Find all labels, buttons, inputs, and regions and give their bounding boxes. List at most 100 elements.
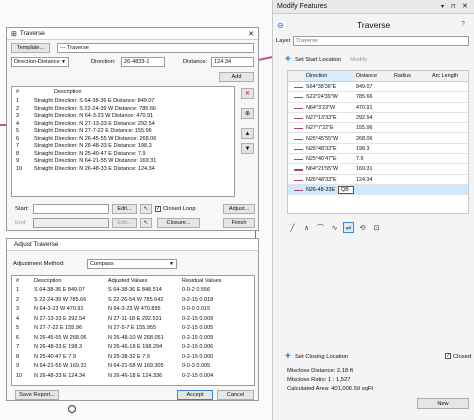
set-closing-location-button[interactable]: Set Closing Location bbox=[295, 354, 348, 360]
row-number: 9 bbox=[16, 363, 20, 369]
point-tool-icon[interactable]: ⊡ bbox=[371, 222, 382, 233]
pin-icon[interactable]: ⊓ bbox=[451, 3, 456, 10]
tangent-tool-icon[interactable]: ⟲ bbox=[357, 222, 368, 233]
course-grid[interactable]: Direction Distance Radius Arc Length S64… bbox=[287, 70, 469, 214]
grid-row[interactable]: N25°40'47"E 7.9 bbox=[288, 154, 468, 165]
table-row[interactable]: 6 Straight Direction: N 26-45-55 W Distan… bbox=[12, 136, 234, 144]
distance-field[interactable]: 124.34 bbox=[211, 57, 254, 67]
closed-checkbox[interactable]: ✓ bbox=[445, 353, 451, 359]
grid-row[interactable]: N26°48'33"E 198.3 bbox=[288, 144, 468, 155]
delete-course-button[interactable]: ✕ bbox=[241, 88, 254, 99]
method-select[interactable]: Compass ▼ bbox=[87, 259, 177, 269]
layer-select[interactable]: Traverse bbox=[293, 36, 469, 46]
grid-row[interactable]: N64°21'55"W 169.31 bbox=[288, 164, 468, 175]
row-description: N 26-48-33 E 124.34 bbox=[34, 372, 86, 379]
table-row[interactable]: 5 Straight Direction: N 27-7-22 E Distanc… bbox=[12, 128, 234, 136]
direction-field[interactable]: 26-4833-1 bbox=[121, 57, 165, 67]
table-row[interactable]: 2 Straight Direction: S 22-24-39 W Distan… bbox=[12, 106, 234, 114]
row-adjusted: N 27-11-18 E 292.531 bbox=[108, 315, 162, 322]
save-report-button[interactable]: Save Report... bbox=[15, 390, 59, 400]
mode-select[interactable]: Direction-Distance ▼ bbox=[11, 57, 69, 67]
table-row[interactable]: 7 Straight Direction: N 26-48-33 E Distan… bbox=[12, 143, 234, 151]
grid-row[interactable]: N26°45'55"W 268.06 bbox=[288, 134, 468, 144]
end-pick-button[interactable]: ↖ bbox=[140, 218, 152, 228]
cell-distance: 7.9 bbox=[356, 156, 364, 163]
cancel-button[interactable]: Cancel bbox=[217, 390, 254, 400]
grid-header-distance[interactable]: Distance bbox=[354, 71, 392, 81]
line-segment-icon bbox=[294, 138, 303, 140]
table-row[interactable]: 4 N 27-13-33 E 292.54 N 27-11-18 E 292.531… bbox=[12, 316, 254, 325]
close-icon[interactable]: ✕ bbox=[462, 2, 468, 10]
close-icon[interactable]: ✕ bbox=[248, 30, 254, 38]
row-number: 10 bbox=[16, 165, 23, 172]
closed-loop-checkbox[interactable]: ✓ bbox=[155, 206, 161, 212]
grid-row[interactable]: N64°3'23"W 470.91 bbox=[288, 103, 468, 113]
back-icon[interactable]: ⊖ bbox=[277, 21, 284, 30]
adjust-results-list[interactable]: # Description Adjusted Values Residual V… bbox=[11, 275, 255, 386]
table-row[interactable]: 5 N 27-7-22 E 155.96 N 27-5-7 E 155.955 0-2… bbox=[12, 325, 254, 334]
line-tool-icon[interactable]: ╱ bbox=[287, 222, 298, 233]
grid-row[interactable]: N26-48-33E QB bbox=[288, 185, 468, 196]
table-row[interactable]: 4 Straight Direction: N 27-13-33 E Distan… bbox=[12, 121, 234, 129]
table-row[interactable]: 3 N 64-3-23 W 470.91 N 64-3-23 W 470.895 0-… bbox=[12, 306, 254, 315]
set-start-location-button[interactable]: Set Start Location bbox=[295, 57, 341, 63]
table-row[interactable]: 10 Straight Direction: N 26-48-33 E Dista… bbox=[12, 166, 234, 174]
move-up-button[interactable]: ▲ bbox=[241, 128, 254, 139]
table-row[interactable]: 3 Straight Direction: N 64-3-23 W Distanc… bbox=[12, 113, 234, 121]
line-segment-icon bbox=[294, 97, 303, 99]
table-row[interactable]: 1 Straight Direction: S 64-38-36 E Distan… bbox=[12, 98, 234, 106]
start-label: Start: bbox=[15, 206, 29, 212]
grid-row[interactable]: N26°48'33"E 124.34 bbox=[288, 175, 468, 185]
start-pick-button[interactable]: ↖ bbox=[140, 204, 152, 214]
closure-button[interactable]: Closure... bbox=[157, 218, 200, 228]
table-row[interactable]: 6 N 26-45-55 W 268.06 N 26-48-10 W 268.051… bbox=[12, 335, 254, 344]
grid-row[interactable]: S64°38'36"E 849.07 bbox=[288, 82, 468, 93]
curve-tool-icon[interactable]: ∿ bbox=[329, 222, 340, 233]
row-number: 4 bbox=[16, 120, 20, 127]
chevron-down-icon: ▼ bbox=[169, 261, 174, 267]
finish-button[interactable]: Finish bbox=[223, 218, 255, 228]
template-button[interactable]: Template... bbox=[11, 43, 50, 53]
unit-dropdown[interactable]: QB bbox=[338, 186, 354, 194]
table-row[interactable]: 8 N 25-40-47 E 7.9 N 25-38-32 E 7.9 0-2-15 … bbox=[12, 354, 254, 363]
table-row[interactable]: 9 N 64-21-55 W 169.31 N 64-21-58 W 169.305… bbox=[12, 363, 254, 372]
row-residual: 0-0-3 0.005 bbox=[182, 363, 211, 369]
move-down-button[interactable]: ▼ bbox=[241, 143, 254, 154]
grid-header-direction[interactable]: Direction bbox=[304, 71, 354, 81]
arrow-down-icon: ▼ bbox=[244, 145, 251, 152]
adjust-button[interactable]: Adjust... bbox=[223, 204, 255, 214]
map-vertex-marker bbox=[68, 405, 76, 413]
chevron-down-icon[interactable]: ▾ bbox=[441, 3, 444, 10]
start-field[interactable] bbox=[33, 204, 109, 214]
grid-row[interactable]: S22°24'39"W 785.66 bbox=[288, 92, 468, 103]
end-edit-button[interactable]: Edit... bbox=[112, 218, 137, 228]
insert-course-button[interactable]: ⊕ bbox=[241, 108, 254, 119]
table-row[interactable]: 1 S 64-38-36 E 849.07 S 64-38-36 E 848.514… bbox=[12, 287, 254, 296]
grid-row[interactable]: N27°13'33"E 292.54 bbox=[288, 113, 468, 124]
closed-label: Closed bbox=[453, 354, 472, 360]
add-button[interactable]: Add bbox=[219, 72, 254, 82]
row-residual: 0-0-0 0.015 bbox=[182, 306, 211, 312]
help-icon[interactable]: ? bbox=[461, 21, 465, 28]
end-field[interactable] bbox=[33, 218, 109, 228]
modify-button[interactable]: Modify bbox=[350, 57, 367, 63]
course-list[interactable]: # Description 1 Straight Direction: S 64-… bbox=[11, 86, 235, 197]
row-residual: 0-2-15 0.009 bbox=[182, 334, 214, 341]
grid-header-arc-length[interactable]: Arc Length bbox=[430, 71, 470, 81]
row-adjusted: N 26-48-10 W 268.051 bbox=[108, 334, 164, 341]
arrow-up-icon: ▲ bbox=[244, 130, 251, 137]
bend-tool-icon[interactable]: ∧ bbox=[301, 222, 312, 233]
arc-tool-icon[interactable]: ⌒ bbox=[315, 222, 326, 233]
new-button[interactable]: New bbox=[417, 398, 469, 409]
table-row[interactable]: 9 Straight Direction: N 64-21-55 W Distan… bbox=[12, 158, 234, 166]
direction-distance-tool-icon[interactable]: ⇌ bbox=[343, 222, 354, 233]
table-row[interactable]: 7 N 26-48-33 E 198.3 N 26-46-18 E 198.294 0… bbox=[12, 344, 254, 353]
start-edit-button[interactable]: Edit... bbox=[112, 204, 137, 214]
table-row[interactable]: 8 Straight Direction: N 25-40-47 E Distan… bbox=[12, 151, 234, 159]
accept-button[interactable]: Accept bbox=[177, 390, 213, 400]
table-row[interactable]: 2 S 22-24-39 W 785.66 S 22-26-54 W 785.642… bbox=[12, 297, 254, 306]
table-row[interactable]: 10 N 26-48-33 E 124.34 N 26-46-18 E 124.33… bbox=[12, 373, 254, 382]
grid-header-radius[interactable]: Radius bbox=[392, 71, 430, 81]
template-field[interactable]: --- Traverse bbox=[57, 43, 254, 53]
grid-row[interactable]: N27°7'22"E 155.96 bbox=[288, 123, 468, 134]
